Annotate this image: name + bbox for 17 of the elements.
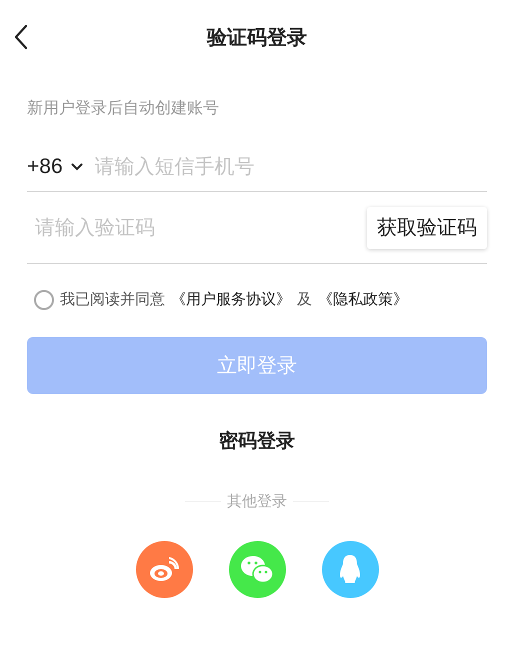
agreement-text: 及 [297, 290, 312, 310]
back-icon[interactable] [14, 24, 28, 50]
country-code-selector[interactable]: +86 [27, 150, 83, 182]
code-input-field[interactable]: 请输入验证码 [35, 212, 367, 242]
chat-bubbles-icon [240, 554, 274, 584]
agreement-link[interactable]: 《用户服务协议》 [171, 288, 291, 312]
hint-text: 新用户登录后自动创建账号 [27, 98, 219, 119]
agreement-checkbox[interactable] [34, 290, 54, 310]
page-title: 验证码登录 [207, 26, 307, 51]
get-code-button[interactable]: 获取验证码 [367, 206, 487, 248]
chevron-down-icon [70, 162, 83, 170]
other-login-label: 其他登录 [227, 492, 287, 512]
phone-input-field[interactable]: 请输入短信手机号 [94, 152, 487, 182]
agreement-link[interactable]: 《隐私政策》 [318, 288, 408, 312]
agreement-text: 我已阅读并同意 [60, 290, 165, 310]
password-login-link[interactable]: 密码登录 [219, 428, 295, 456]
penguin-icon [339, 554, 361, 584]
